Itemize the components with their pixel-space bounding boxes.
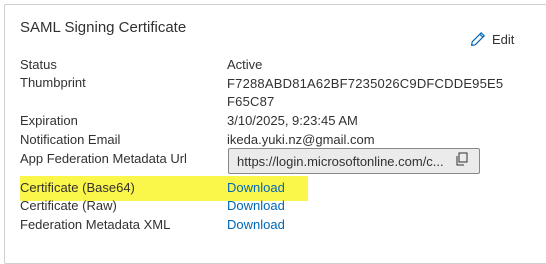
federation-xml-download-link[interactable]: Download xyxy=(227,217,285,233)
cert-base64-download-link[interactable]: Download xyxy=(227,180,285,196)
card-title: SAML Signing Certificate xyxy=(20,19,187,36)
metadata-url-label: App Federation Metadata Url xyxy=(20,151,187,166)
notification-email-label: Notification Email xyxy=(20,132,121,147)
saml-signing-certificate-card: SAML Signing Certificate Edit Status Act… xyxy=(4,4,546,264)
status-label: Status xyxy=(20,57,57,72)
copy-icon xyxy=(455,152,469,171)
edit-button[interactable]: Edit xyxy=(470,31,514,47)
notification-email-value: ikeda.yuki.nz@gmail.com xyxy=(227,132,375,147)
thumbprint-label: Thumbprint xyxy=(20,75,86,90)
federation-xml-label: Federation Metadata XML xyxy=(20,217,171,232)
cert-raw-label: Certificate (Raw) xyxy=(20,198,117,213)
cert-raw-download-link[interactable]: Download xyxy=(227,198,285,214)
expiration-label: Expiration xyxy=(20,113,78,128)
status-value: Active xyxy=(227,57,263,72)
edit-label: Edit xyxy=(492,31,515,47)
expiration-value: 3/10/2025, 9:23:45 AM xyxy=(227,113,358,128)
metadata-url-text[interactable]: https://login.microsoftonline.com/c... xyxy=(229,154,445,169)
pencil-icon xyxy=(470,31,486,47)
thumbprint-value-line1: F7288ABD81A62BF7235026C9DFCDDE95E5 xyxy=(227,76,504,91)
copy-button[interactable] xyxy=(451,150,473,172)
thumbprint-value-line2: F65C87 xyxy=(227,94,275,109)
cert-base64-label: Certificate (Base64) xyxy=(20,180,135,195)
metadata-url-field[interactable]: https://login.microsoftonline.com/c... xyxy=(228,148,480,174)
